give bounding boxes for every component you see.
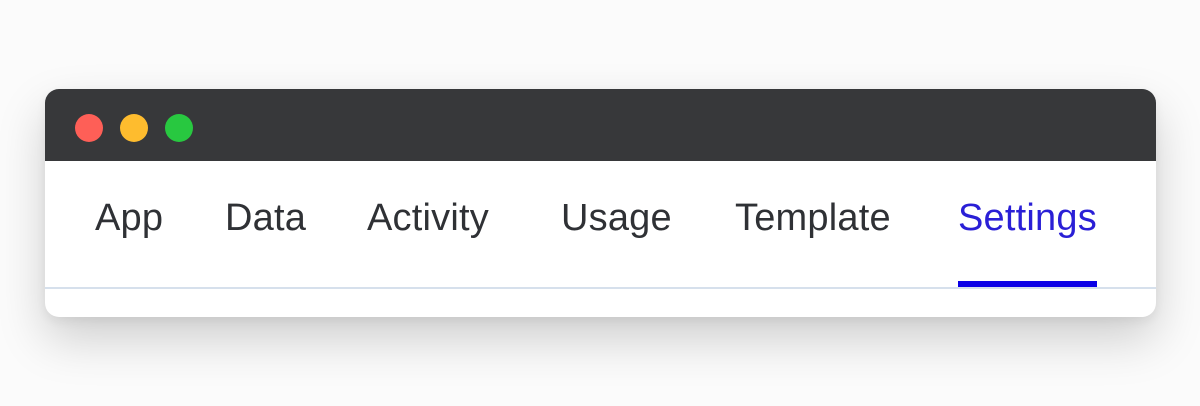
tab-activity-label: Activity — [367, 197, 489, 239]
tab-bar-divider — [45, 287, 1156, 289]
app-window: App Data Activity Usage Template Setting… — [45, 89, 1156, 317]
tab-settings-label: Settings — [958, 197, 1097, 239]
tab-settings[interactable]: Settings — [958, 161, 1097, 289]
tab-data[interactable]: Data — [225, 161, 306, 289]
tab-usage-label: Usage — [561, 197, 672, 239]
close-window-button[interactable] — [75, 114, 103, 142]
tab-template[interactable]: Template — [735, 161, 891, 289]
tab-app[interactable]: App — [95, 161, 163, 289]
minimize-window-button[interactable] — [120, 114, 148, 142]
tab-activity[interactable]: Activity — [367, 161, 489, 289]
tab-template-label: Template — [735, 197, 891, 239]
maximize-window-button[interactable] — [165, 114, 193, 142]
tab-usage[interactable]: Usage — [561, 161, 672, 289]
window-titlebar — [45, 89, 1156, 161]
tab-app-label: App — [95, 197, 164, 239]
tab-data-label: Data — [225, 197, 307, 239]
tab-bar: App Data Activity Usage Template Setting… — [45, 161, 1156, 289]
